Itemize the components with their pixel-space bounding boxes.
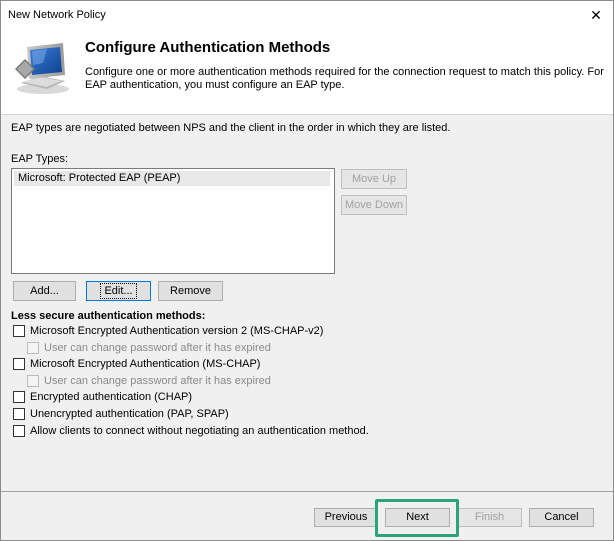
mschap-change-password-option[interactable]: User can change password after it has ex… [27, 374, 271, 388]
add-eap-button[interactable]: Add... [13, 281, 76, 301]
mschapv2-change-password-checkbox[interactable] [27, 342, 39, 354]
header-divider [1, 114, 613, 115]
eap-intro-text: EAP types are negotiated between NPS and… [11, 122, 451, 134]
chap-label: Encrypted authentication (CHAP) [30, 391, 193, 403]
network-monitor-icon [15, 43, 69, 94]
pap-spap-checkbox[interactable] [13, 408, 25, 420]
less-secure-title: Less secure authentication methods: [11, 310, 206, 322]
mschapv2-label: Microsoft Encrypted Authentication versi… [30, 325, 324, 337]
mschap-option[interactable]: Microsoft Encrypted Authentication (MS-C… [13, 357, 260, 371]
remove-eap-button[interactable]: Remove [158, 281, 223, 301]
mschap-change-password-checkbox[interactable] [27, 375, 39, 387]
previous-button[interactable]: Previous [314, 508, 378, 527]
mschapv2-change-password-label: User can change password after it has ex… [44, 342, 271, 354]
move-down-button[interactable]: Move Down [341, 195, 407, 215]
finish-button[interactable]: Finish [457, 508, 522, 527]
no-auth-label: Allow clients to connect without negotia… [30, 425, 369, 437]
pap-spap-option[interactable]: Unencrypted authentication (PAP, SPAP) [13, 407, 229, 421]
list-item[interactable]: Microsoft: Protected EAP (PEAP) [14, 171, 330, 186]
dialog-window: New Network Policy ✕ Configure Authentic… [0, 0, 614, 541]
mschapv2-checkbox[interactable] [13, 325, 25, 337]
chap-option[interactable]: Encrypted authentication (CHAP) [13, 390, 192, 404]
cancel-button[interactable]: Cancel [529, 508, 594, 527]
edit-eap-button[interactable]: Edit... [86, 281, 151, 301]
close-icon[interactable]: ✕ [587, 6, 605, 24]
mschap-checkbox[interactable] [13, 358, 25, 370]
mschapv2-change-password-option[interactable]: User can change password after it has ex… [27, 341, 271, 355]
move-up-button[interactable]: Move Up [341, 169, 407, 189]
chap-checkbox[interactable] [13, 391, 25, 403]
no-auth-checkbox[interactable] [13, 425, 25, 437]
wizard-header: Configure Authentication Methods Configu… [1, 31, 613, 114]
page-title: Configure Authentication Methods [85, 39, 331, 56]
mschapv2-option[interactable]: Microsoft Encrypted Authentication versi… [13, 324, 323, 338]
eap-types-label: EAP Types: [11, 153, 69, 165]
eap-types-list[interactable]: Microsoft: Protected EAP (PEAP) [11, 168, 335, 274]
mschap-change-password-label: User can change password after it has ex… [44, 375, 271, 387]
no-auth-option[interactable]: Allow clients to connect without negotia… [13, 424, 369, 438]
title-bar: New Network Policy ✕ [1, 1, 613, 31]
pap-spap-label: Unencrypted authentication (PAP, SPAP) [30, 408, 229, 420]
window-title: New Network Policy [8, 9, 106, 21]
mschap-label: Microsoft Encrypted Authentication (MS-C… [30, 358, 261, 370]
next-button-highlight [375, 499, 459, 537]
footer-divider [1, 491, 613, 492]
page-description: Configure one or more authentication met… [85, 66, 604, 91]
